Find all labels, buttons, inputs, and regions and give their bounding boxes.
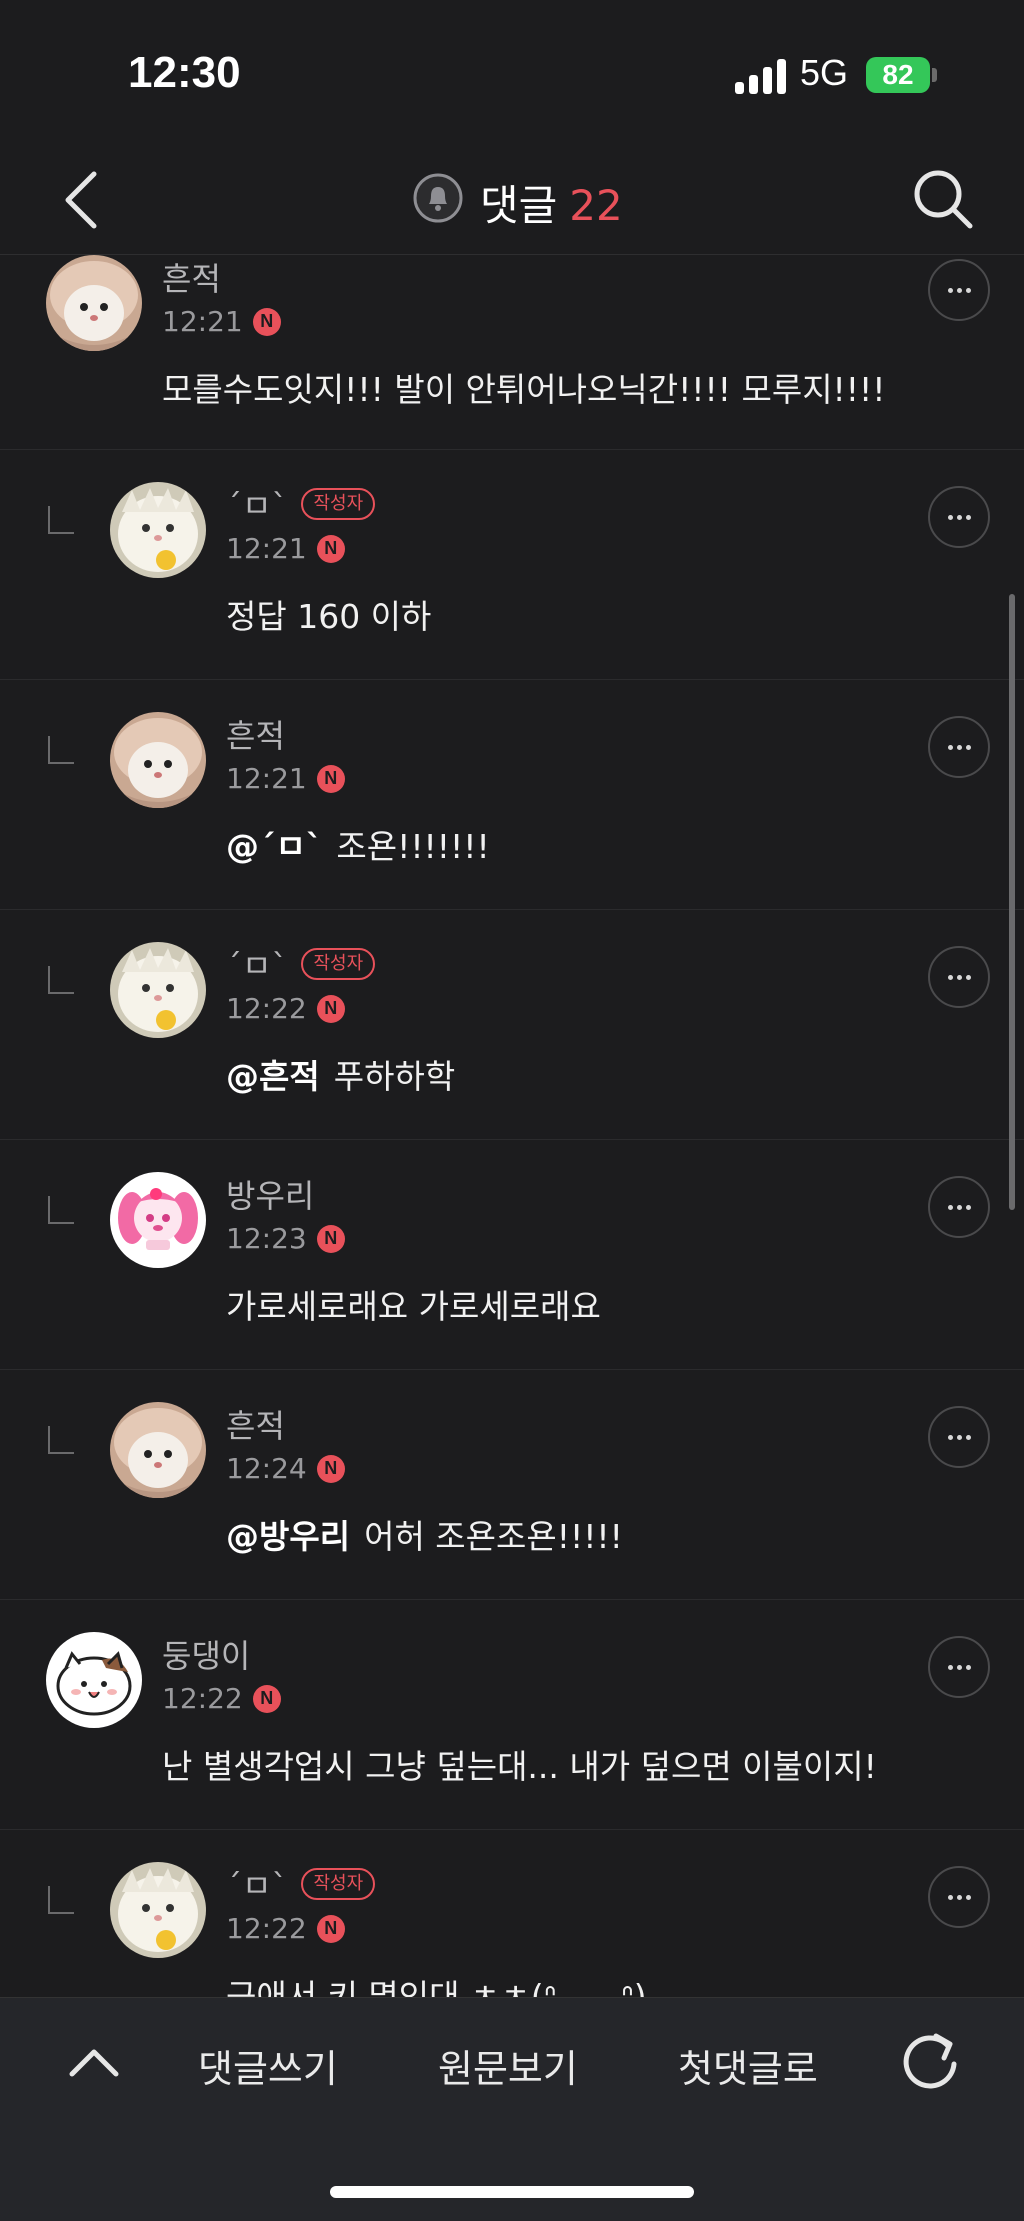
battery-level: 82: [882, 59, 914, 90]
comment-body: 조욘!!!!!!!: [336, 827, 490, 866]
comment-item: 흔적 12:24 N @방우리 어허 조욘조욘!!!!!: [0, 1370, 1024, 1600]
more-icon[interactable]: [928, 1636, 990, 1698]
new-badge: N: [316, 1914, 345, 1943]
new-badge: N: [252, 1684, 281, 1713]
avatar[interactable]: [46, 255, 142, 351]
comment-time: 12:21: [226, 532, 307, 565]
comment-body: 정답 160 이하: [226, 597, 432, 636]
more-icon[interactable]: [928, 1866, 990, 1928]
comment-item: 흔적 12:21 N 모를수도잇지!!! 발이 안튀어나오닉간!!!! 모루지!!…: [0, 255, 1024, 450]
reply-indent-icon: [48, 736, 74, 764]
comment-text: 난 별생각업시 그냥 덮는대... 내가 덮으면 이불이지!: [162, 1740, 877, 1788]
comment-time: 12:22: [226, 992, 307, 1025]
comment-item: 둥댕이 12:22 N 난 별생각업시 그냥 덮는대... 내가 덮으면 이불이지…: [0, 1600, 1024, 1830]
home-indicator: [330, 2186, 694, 2198]
mention-link[interactable]: @´ㅁ`: [226, 827, 322, 866]
reply-indent-icon: [48, 966, 74, 994]
more-icon[interactable]: [928, 716, 990, 778]
avatar[interactable]: [110, 1402, 206, 1498]
comment-time: 12:22: [226, 1912, 307, 1945]
comment-author[interactable]: ´ㅁ`: [226, 941, 287, 987]
avatar[interactable]: [110, 942, 206, 1038]
comment-time: 12:24: [226, 1452, 307, 1485]
comment-author[interactable]: 흔적: [162, 255, 221, 300]
refresh-icon[interactable]: [898, 2028, 962, 2092]
comment-item: 흔적 12:21 N @´ㅁ` 조욘!!!!!!!: [0, 680, 1024, 910]
reply-indent-icon: [48, 1886, 74, 1914]
page-title-text: 댓글: [480, 181, 558, 230]
more-icon[interactable]: [928, 946, 990, 1008]
header: 댓글 22: [0, 150, 1024, 255]
comment-body: 근애서 키 몇인대 ㅊㅊ(ᐢ ̥_ ̫ _ᐢ): [226, 1977, 647, 1997]
comment-item: ´ㅁ` 작성자 12:22 N @흔적 푸하하학: [0, 910, 1024, 1140]
search-icon[interactable]: [910, 166, 976, 232]
author-badge: 작성자: [301, 488, 376, 520]
new-badge: N: [316, 994, 345, 1023]
comment-author[interactable]: 둥댕이: [162, 1631, 250, 1677]
comment-body: 모를수도잇지!!! 발이 안튀어나오닉간!!!! 모루지!!!!: [162, 370, 886, 409]
comment-text: @´ㅁ` 조욘!!!!!!!: [226, 820, 490, 868]
avatar[interactable]: [46, 1632, 142, 1728]
battery-icon: 82: [866, 57, 930, 93]
write-comment-button[interactable]: 댓글쓰기: [198, 2038, 338, 2093]
reply-indent-icon: [48, 1196, 74, 1224]
more-icon[interactable]: [928, 259, 990, 321]
battery-nub: [932, 68, 937, 82]
comment-item: 방우리 12:23 N 가로세로래요 가로세로래요: [0, 1140, 1024, 1370]
comment-list[interactable]: 흔적 12:21 N 모를수도잇지!!! 발이 안튀어나오닉간!!!! 모루지!!…: [0, 255, 1024, 1997]
author-badge: 작성자: [301, 1868, 376, 1900]
more-icon[interactable]: [928, 486, 990, 548]
comment-author[interactable]: 흔적: [226, 711, 285, 757]
avatar[interactable]: [110, 1172, 206, 1268]
new-badge: N: [316, 534, 345, 563]
comment-author[interactable]: ´ㅁ`: [226, 1861, 287, 1907]
scrollbar[interactable]: [1009, 594, 1015, 1210]
avatar[interactable]: [110, 1862, 206, 1958]
comment-body: 난 별생각업시 그냥 덮는대... 내가 덮으면 이불이지!: [162, 1747, 877, 1786]
comment-text: 근애서 키 몇인대 ㅊㅊ(ᐢ ̥_ ̫ _ᐢ): [226, 1970, 647, 1997]
network-label: 5G: [800, 52, 849, 93]
comment-author[interactable]: 방우리: [226, 1171, 314, 1217]
comment-text: @흔적 푸하하학: [226, 1050, 455, 1098]
mention-link[interactable]: @흔적: [226, 1057, 320, 1096]
signal-icon: [735, 58, 787, 94]
comment-text: 정답 160 이하: [226, 590, 431, 638]
comment-body: 가로세로래요 가로세로래요: [226, 1287, 601, 1326]
new-badge: N: [316, 764, 345, 793]
comment-item: ´ㅁ` 작성자 12:22 N 근애서 키 몇인대 ㅊㅊ(ᐢ ̥_ ̫ _ᐢ): [0, 1830, 1024, 1997]
comment-count: 22: [569, 181, 623, 230]
comment-body: 푸하하학: [333, 1057, 456, 1096]
view-original-button[interactable]: 원문보기: [438, 2038, 578, 2093]
comment-text: 모를수도잇지!!! 발이 안튀어나오닉간!!!! 모루지!!!!: [162, 363, 885, 411]
status-time: 12:30: [128, 48, 241, 97]
comment-author[interactable]: ´ㅁ`: [226, 481, 287, 527]
comment-body: 어허 조욘조욘!!!!!: [364, 1517, 623, 1556]
comment-text: 가로세로래요 가로세로래요: [226, 1280, 601, 1328]
comment-text: @방우리 어허 조욘조욘!!!!!: [226, 1510, 623, 1558]
page-title: 댓글 22: [480, 172, 623, 233]
reply-indent-icon: [48, 506, 74, 534]
more-icon[interactable]: [928, 1406, 990, 1468]
chevron-left-icon[interactable]: [58, 168, 106, 232]
comment-time: 12:21: [226, 762, 307, 795]
new-badge: N: [316, 1454, 345, 1483]
bell-icon[interactable]: [412, 172, 464, 224]
avatar[interactable]: [110, 482, 206, 578]
author-badge: 작성자: [301, 948, 376, 980]
avatar[interactable]: [110, 712, 206, 808]
comment-time: 12:21: [162, 305, 243, 338]
first-comment-button[interactable]: 첫댓글로: [678, 2038, 818, 2093]
new-badge: N: [316, 1224, 345, 1253]
more-icon[interactable]: [928, 1176, 990, 1238]
comment-author[interactable]: 흔적: [226, 1401, 285, 1447]
comment-item: ´ㅁ` 작성자 12:21 N 정답 160 이하: [0, 450, 1024, 680]
status-bar: 12:30 5G 82: [0, 0, 1024, 150]
chevron-up-icon[interactable]: [66, 2042, 122, 2082]
comment-time: 12:23: [226, 1222, 307, 1255]
new-badge: N: [252, 307, 281, 336]
mention-link[interactable]: @방우리: [226, 1517, 350, 1556]
comment-time: 12:22: [162, 1682, 243, 1715]
reply-indent-icon: [48, 1426, 74, 1454]
